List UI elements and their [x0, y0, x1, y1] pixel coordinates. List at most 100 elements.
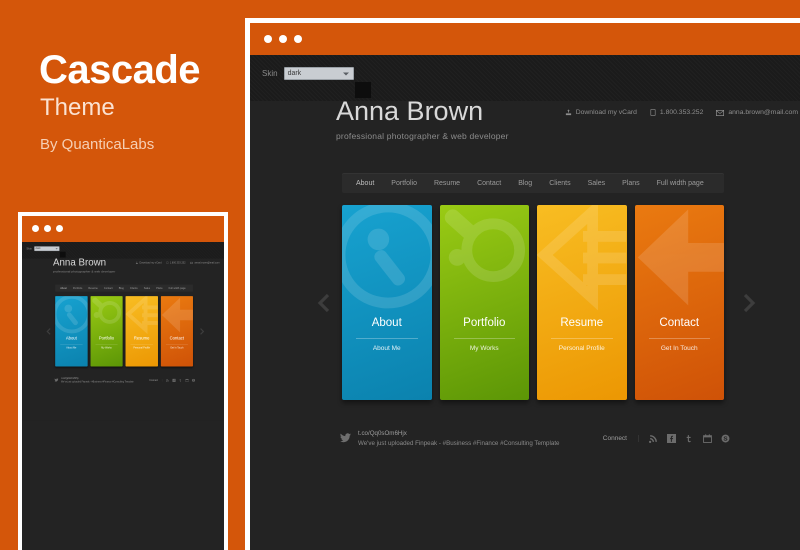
thumb-card-portfolio[interactable]: Portfolio My Works: [90, 296, 123, 367]
document-icon: [125, 296, 158, 335]
thumb-nav-item-fullwidth[interactable]: Full width page: [169, 287, 186, 290]
card-contact-subtitle: Get In Touch: [660, 345, 698, 352]
thumb-carousel-prev[interactable]: [44, 327, 53, 336]
thumb-card-contact-sub: Get In Touch: [170, 346, 184, 350]
nav-item-portfolio[interactable]: Portfolio: [391, 180, 417, 187]
profile-role: professional photographer & web develope…: [336, 130, 509, 141]
tweet-content: t.co/Qq0sOm6Hjx We've just uploaded Finp…: [354, 430, 603, 447]
thumb-nav-item-sales[interactable]: Sales: [144, 287, 150, 290]
email-info[interactable]: anna.brown@mail.com: [716, 109, 798, 116]
nav-item-plans[interactable]: Plans: [622, 180, 640, 187]
document-icon: [537, 205, 627, 311]
thumb-phone-info: 1.800.353.252: [166, 261, 186, 264]
minimize-dot-icon[interactable]: [44, 225, 51, 232]
skype-icon[interactable]: [721, 434, 730, 443]
thumb-nav-item-blog[interactable]: Blog: [119, 287, 124, 290]
thumb-card-portfolio-title: Portfolio: [98, 336, 115, 341]
maximize-dot-icon[interactable]: [294, 35, 302, 43]
thumb-tweet-link[interactable]: t.co/Qq0sOm6Hjx: [61, 377, 149, 380]
carousel-next-button[interactable]: [737, 291, 761, 315]
tweet-link[interactable]: t.co/Qq0sOm6Hjx: [358, 430, 603, 437]
facebook-icon[interactable]: [667, 433, 676, 443]
card-portfolio-subtitle: My Works: [469, 345, 499, 352]
thumb-connect-label: Connect: [149, 378, 163, 382]
thumb-nav-item-about[interactable]: About: [60, 287, 67, 290]
thumb-nav-item-resume[interactable]: Resume: [88, 287, 97, 290]
card-resume-rule: [551, 338, 613, 339]
social-links[interactable]: [649, 433, 730, 443]
thumb-nav-item-plans[interactable]: Plans: [156, 287, 162, 290]
thumb-card-about[interactable]: About About Me: [55, 296, 88, 367]
rss-icon[interactable]: [649, 434, 658, 443]
close-dot-icon[interactable]: [32, 225, 39, 232]
main-nav[interactable]: About Portfolio Resume Contact Blog Clie…: [342, 173, 724, 193]
thumbnail-site-inner: Skin dark Anna Brown professional photog…: [22, 242, 224, 421]
card-contact[interactable]: Contact Get In Touch: [634, 205, 724, 400]
facebook-icon[interactable]: [172, 378, 176, 382]
thumb-profile-role: professional photographer & web develope…: [53, 269, 116, 273]
calendar-icon[interactable]: [703, 433, 712, 443]
card-grid: About About Me Portfolio My Works Resume…: [342, 205, 724, 405]
thumb-card-resume[interactable]: Resume Personal Profile: [125, 296, 158, 367]
nav-item-clients[interactable]: Clients: [549, 180, 570, 187]
thumb-email-info[interactable]: anna.brown@mail.com: [190, 261, 220, 264]
phone-text: 1.800.353.252: [659, 109, 704, 116]
thumb-card-contact[interactable]: Contact Get In Touch: [160, 296, 193, 367]
skin-select[interactable]: dark: [283, 67, 354, 80]
nav-item-sales[interactable]: Sales: [588, 180, 606, 187]
email-text: anna.brown@mail.com: [728, 109, 798, 116]
nav-item-contact[interactable]: Contact: [477, 180, 501, 187]
nav-item-blog[interactable]: Blog: [518, 180, 532, 187]
twitter-icon[interactable]: [179, 378, 182, 382]
thumb-nav-item-clients[interactable]: Clients: [130, 287, 138, 290]
twitter-icon[interactable]: [685, 434, 694, 443]
compass-icon: [55, 296, 88, 334]
vcard-text: Download my vCard: [575, 109, 637, 116]
thumb-nav-item-contact[interactable]: Contact: [104, 287, 113, 290]
phone-icon: [650, 109, 656, 116]
twitter-bird: [336, 433, 354, 443]
thumb-corner-tab[interactable]: [59, 251, 66, 258]
main-browser-window[interactable]: Skin dark Anna Brown professional photog…: [245, 18, 800, 550]
mail-icon: [716, 109, 725, 116]
nav-item-fullwidth[interactable]: Full width page: [657, 180, 704, 187]
corner-tab-button[interactable]: [355, 82, 371, 98]
thumb-card-about-title: About: [65, 336, 77, 341]
skin-selector[interactable]: Skin dark: [262, 67, 354, 80]
rss-icon[interactable]: [165, 378, 169, 382]
promo-subtitle: Theme: [40, 94, 115, 121]
skin-label: Skin: [262, 69, 278, 78]
thumb-card-resume-title: Resume: [133, 336, 150, 341]
arrow-icon: [161, 297, 193, 333]
main-traffic-lights[interactable]: [264, 35, 302, 43]
nav-item-about[interactable]: About: [356, 180, 374, 187]
thumb-skin-select[interactable]: dark: [34, 246, 60, 252]
close-dot-icon[interactable]: [264, 35, 272, 43]
card-resume[interactable]: Resume Personal Profile: [537, 205, 627, 400]
minimize-dot-icon[interactable]: [279, 35, 287, 43]
vcard-icon: [135, 261, 138, 264]
footer-tweet-bar: t.co/Qq0sOm6Hjx We've just uploaded Finp…: [336, 423, 730, 453]
skype-icon[interactable]: [192, 378, 195, 382]
thumb-vcard-link[interactable]: Download my vCard: [135, 261, 162, 264]
vcard-link[interactable]: Download my vCard: [565, 109, 637, 116]
thumb-social-links[interactable]: [165, 378, 195, 382]
thumb-main-nav[interactable]: About Portfolio Resume Contact Blog Clie…: [55, 284, 193, 292]
thumb-skin-label: Skin: [26, 247, 32, 251]
thumb-carousel-next[interactable]: [198, 327, 207, 336]
thumb-nav-item-portfolio[interactable]: Portfolio: [73, 287, 82, 290]
card-about[interactable]: About About Me: [342, 205, 432, 400]
chevron-down-icon: [342, 72, 349, 75]
calendar-icon[interactable]: [185, 378, 189, 382]
card-portfolio-rule: [453, 338, 515, 339]
vcard-icon: [565, 109, 571, 116]
site-header: Anna Brown professional photographer & w…: [336, 96, 798, 141]
card-portfolio[interactable]: Portfolio My Works: [439, 205, 529, 400]
card-resume-subtitle: Personal Profile: [558, 345, 605, 352]
carousel-prev-button[interactable]: [312, 291, 336, 315]
maximize-dot-icon[interactable]: [56, 225, 63, 232]
thumbnail-browser-window[interactable]: Skin dark Anna Brown professional photog…: [18, 212, 228, 550]
nav-item-resume[interactable]: Resume: [434, 180, 460, 187]
thumbnail-traffic-lights[interactable]: [32, 225, 63, 232]
thumb-skin-selector[interactable]: Skin dark: [26, 246, 60, 252]
